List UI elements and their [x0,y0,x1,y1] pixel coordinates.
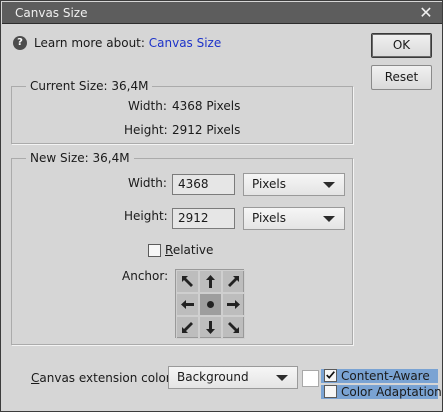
current-height-label: Height: [124,123,168,137]
title-bar: Canvas Size ✕ [2,2,442,24]
relative-label-rest: elative [172,243,214,257]
arrow-left-icon[interactable] [176,293,199,316]
color-adaptation-label[interactable]: Color Adaptation [341,385,442,399]
relative-mnemonic: R [165,243,173,257]
current-width-value: 4368 Pixels [172,99,241,113]
new-width-input[interactable]: 4368 [172,174,235,195]
arrow-down-left-icon[interactable] [176,316,199,339]
reset-button[interactable]: Reset [371,65,432,90]
chevron-down-icon [276,375,288,381]
canvas-size-help-link[interactable]: Canvas Size [149,36,222,50]
anchor-label: Anchor: [122,269,169,283]
new-width-label: Width: [128,176,167,190]
canvas-size-dialog: Canvas Size ✕ ? Learn more about: Canvas… [0,0,443,412]
extension-color-swatch[interactable] [302,370,319,387]
arrow-up-right-icon[interactable] [222,270,245,293]
new-height-input[interactable]: 2912 [172,208,235,229]
relative-label[interactable]: Relative [165,243,213,257]
current-size-legend: Current Size: 36,4M [26,79,153,93]
arrow-down-icon[interactable] [199,316,222,339]
arrow-down-right-icon[interactable] [222,316,245,339]
width-unit-select[interactable]: Pixels [243,173,345,196]
height-unit-value: Pixels [252,211,287,225]
anchor-dot-icon[interactable] [199,293,222,316]
relative-checkbox[interactable] [148,244,161,257]
new-size-legend: New Size: 36,4M [26,151,134,165]
new-height-label: Height: [124,209,168,223]
ok-button[interactable]: OK [371,33,432,58]
extension-color-select[interactable]: Background [168,366,298,389]
extension-label-rest: anvas extension color: [39,371,175,385]
content-aware-checkbox[interactable] [324,369,337,382]
arrow-up-icon[interactable] [199,270,222,293]
width-unit-value: Pixels [252,177,287,191]
dialog-title: Canvas Size [15,6,88,20]
content-aware-label[interactable]: Content-Aware [341,369,430,383]
arrow-up-left-icon[interactable] [176,270,199,293]
checkmark-icon [326,371,335,379]
learn-more: Learn more about: Canvas Size [34,36,221,50]
chevron-down-icon [323,216,335,222]
chevron-down-icon [323,182,335,188]
learn-more-prefix: Learn more about: [34,36,145,50]
color-adaptation-checkbox[interactable] [324,385,337,398]
arrow-right-icon[interactable] [222,293,245,316]
height-unit-select[interactable]: Pixels [243,207,345,230]
close-icon[interactable]: ✕ [416,3,436,23]
current-height-value: 2912 Pixels [172,123,241,137]
canvas-extension-color-label: Canvas extension color: [31,371,175,385]
anchor-grid [175,269,245,339]
help-icon: ? [13,36,27,50]
extension-color-value: Background [177,370,249,384]
current-width-label: Width: [128,99,167,113]
